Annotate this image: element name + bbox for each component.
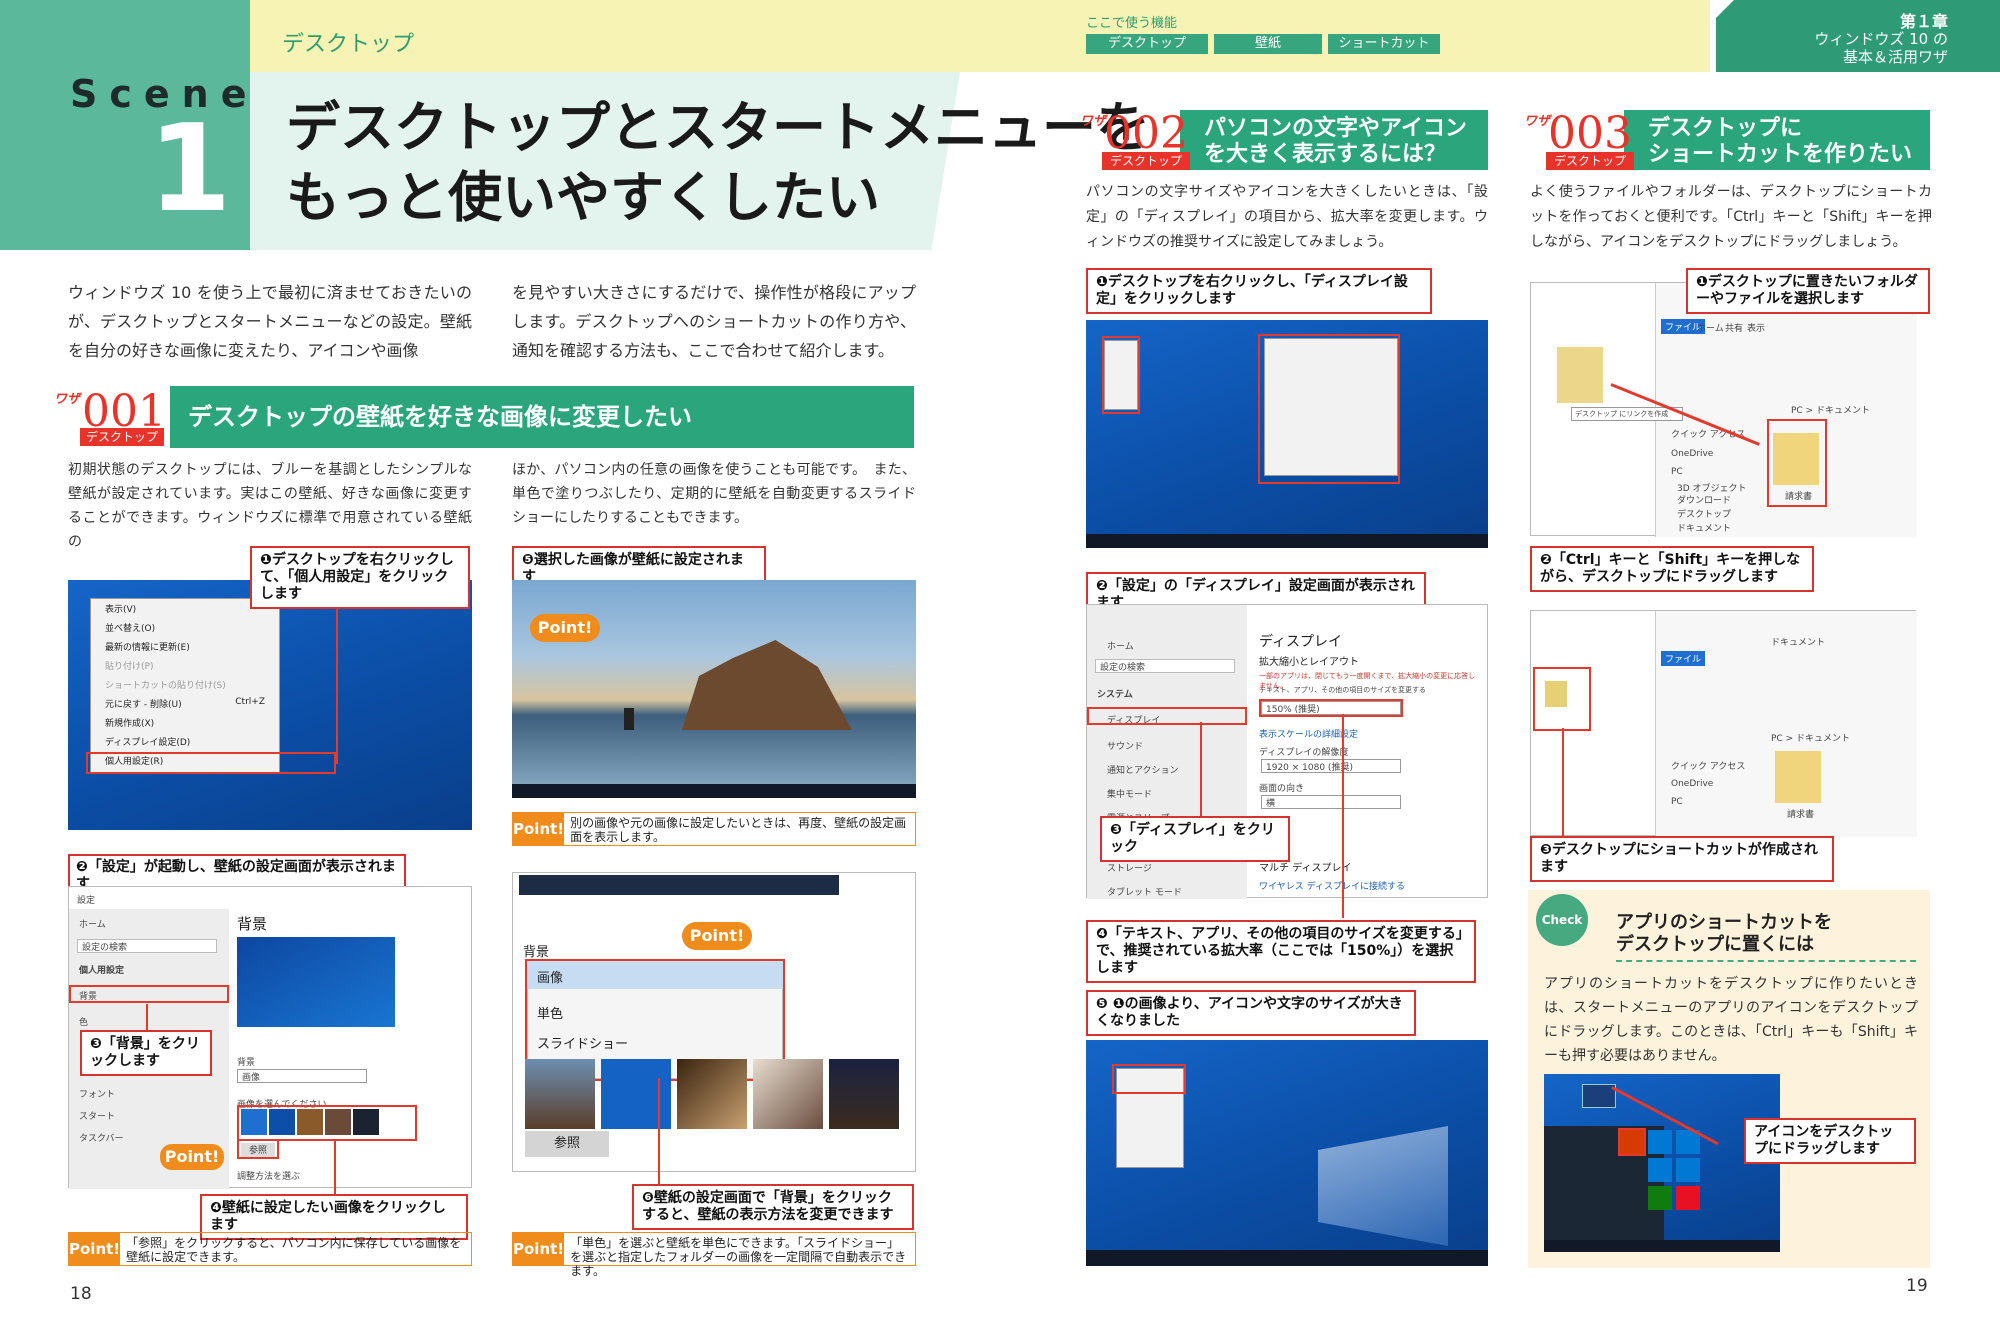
check-body: アプリのショートカットをデスクトップに作りたいときは、スタートメニューのアプリの…	[1544, 976, 1918, 1064]
intro-col1: ウィンドウズ 10 を使う上で最初に済ませておきたいのが、デスクトップとスタート…	[68, 283, 472, 360]
point-note: Point! 「参照」をクリックすると、パソコン内に保存している画像を壁紙に設定…	[68, 1232, 472, 1266]
waza001-col2: ほか、パソコン内の任意の画像を使うことも可能です。 また、単色で塗りつぶしたり、…	[512, 462, 916, 526]
feature-tag: ショートカット	[1328, 34, 1440, 54]
category-label: デスクトップ	[282, 32, 415, 57]
page-title: デスクトップとスタートメニューを もっと使いやすくしたい	[286, 95, 1150, 229]
waza001-col1: 初期状態のデスクトップには、ブルーを基調としたシンプルな壁紙が設定されています。…	[68, 462, 472, 550]
context-menu: 表示(V) 並べ替え(O) 最新の情報に更新(E) 貼り付け(P) ショートカッ…	[90, 598, 280, 774]
chapter-number: 第１章	[1899, 12, 1948, 31]
check-title: アプリのショートカットを デスクトップに置くには	[1616, 912, 1916, 962]
w2-step5-callout: ❺ ❶の画像より、アイコンや文字のサイズが大きくなりました	[1086, 990, 1416, 1036]
w3-step3-callout: ❸デスクトップにショートカットが作成されます	[1530, 836, 1834, 882]
feature-tag: デスクトップ	[1086, 34, 1208, 54]
point-note: Point! 「単色」を選ぶと壁紙を単色にできます。「スライドショー」を選ぶと指…	[512, 1232, 916, 1278]
feature-tag: 壁紙	[1214, 34, 1322, 54]
check-callout: アイコンをデスクトップにドラッグします	[1744, 1118, 1916, 1164]
intro-col2: を見やすい大きさにするだけで、操作性が格段にアップします。デスクトップへのショー…	[512, 283, 916, 360]
step1-callout: ❶デスクトップを右クリックして、「個人用設定」をクリックします	[250, 546, 470, 609]
w2-result-screenshot	[1086, 1040, 1488, 1266]
check-badge: Check	[1536, 894, 1588, 946]
waza002-title: パソコンの文字やアイコン を大きく表示するには？	[1180, 110, 1488, 170]
page-number-right: 19	[1906, 1276, 1928, 1296]
header-band	[250, 0, 1710, 72]
step3-callout: ❸「背景」をクリックします	[80, 1030, 212, 1076]
waza001-badge: ワザ 001 デスクトップ	[54, 386, 170, 448]
explorer-result-screenshot: ドキュメント ファイル PC > ドキュメント クイック アクセス OneDri…	[1530, 610, 1917, 837]
w2-step3-callout: ❸「ディスプレイ」をクリック	[1100, 816, 1290, 862]
waza003-title: デスクトップに ショートカットを作りたい	[1624, 110, 1930, 170]
w3-step1-callout: ❶デスクトップに置きたいフォルダーやファイルを選択します	[1686, 268, 1930, 314]
waza003-badge: ワザ 003 デスクトップ	[1524, 108, 1640, 172]
w2-step1-callout: ❶デスクトップを右クリックし、「ディスプレイ設定」をクリックします	[1086, 268, 1432, 314]
w3-step2-callout: ❷「Ctrl」キーと「Shift」キーを押しながら、デスクトップにドラッグします	[1530, 546, 1814, 592]
scene-number: 1	[148, 100, 232, 239]
page-number-left: 18	[70, 1284, 92, 1304]
waza001-title: デスクトップの壁紙を好きな画像に変更したい	[152, 386, 914, 448]
point-badge: Point!	[682, 922, 752, 950]
point-note: Point! 別の画像や元の画像に設定したいときは、再度、壁紙の設定画面を表示し…	[512, 812, 916, 846]
dropdown-screenshot: 背景 画像 単色 スライドショー 参照	[512, 872, 916, 1172]
waza003-body: よく使うファイルやフォルダーは、デスクトップにショートカットを作っておくと便利で…	[1530, 184, 1932, 250]
point-badge: Point!	[530, 614, 600, 642]
point-badge: Point!	[160, 1144, 224, 1170]
wallpaper-image	[512, 580, 916, 798]
w2-desktop-screenshot	[1086, 320, 1488, 548]
step6-callout: ❻壁紙の設定画面で「背景」をクリックすると、壁紙の表示方法を変更できます	[632, 1184, 914, 1230]
waza002-body: パソコンの文字サイズやアイコンを大きくしたいときは、「設定」の「ディスプレイ」の…	[1086, 184, 1488, 250]
chapter-title: ウィンドウズ 10 の 基本＆活用ワザ	[1814, 30, 1948, 66]
w2-step4-callout: ❹「テキスト、アプリ、その他の項目のサイズを変更する」で、推奨されている拡大率（…	[1086, 920, 1476, 983]
features-label: ここで使う機能	[1086, 16, 1178, 31]
waza002-badge: ワザ 002 デスクトップ	[1080, 108, 1196, 172]
desktop-screenshot: 表示(V) 並べ替え(O) 最新の情報に更新(E) 貼り付け(P) ショートカッ…	[68, 580, 472, 830]
explorer-screenshot: ファイル ホーム 共有 表示 PC > ドキュメント クイック アクセス One…	[1530, 282, 1917, 537]
